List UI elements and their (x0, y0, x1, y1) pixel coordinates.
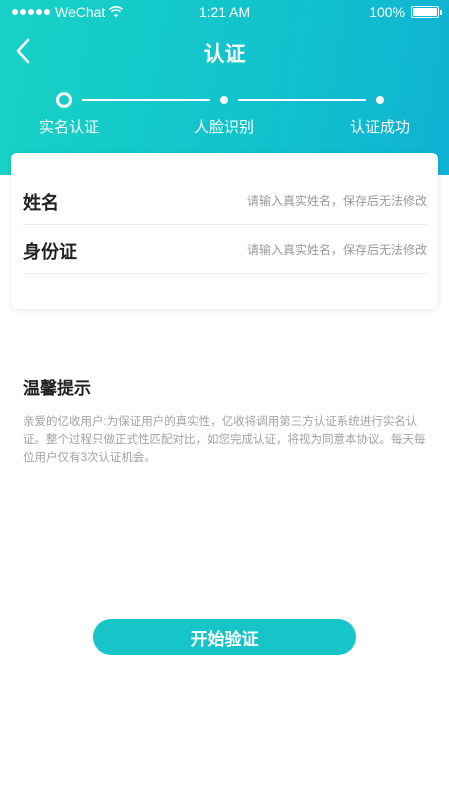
page-title: 认证 (203, 43, 246, 66)
tips-title: 温馨提示 (23, 379, 91, 398)
battery-percent: 100% (369, 4, 405, 20)
status-right: 100% (369, 4, 442, 20)
progress-steps: 实名认证 人脸识别 认证成功 (0, 88, 449, 138)
tips-section: 温馨提示 亲爱的亿收用户:为保证用户的真实性，亿收将调用第三方认证系统进行实名认… (23, 374, 431, 467)
name-label: 姓名 (23, 193, 59, 213)
id-field-row: 身份证 (23, 226, 427, 274)
step-label-face-recognition: 人脸识别 (193, 119, 255, 136)
nav-bar: 认证 (0, 26, 449, 76)
id-input[interactable] (187, 238, 427, 262)
battery-icon (411, 6, 442, 18)
start-verify-button[interactable]: 开始验证 (93, 619, 356, 655)
step-label-success: 认证成功 (349, 119, 411, 136)
step-connector-1 (82, 99, 210, 101)
step-connector-2 (238, 99, 366, 101)
name-input[interactable] (187, 189, 427, 213)
step-marker-2 (220, 96, 228, 104)
step-marker-3 (376, 96, 384, 104)
id-label: 身份证 (23, 242, 77, 262)
step-marker-active (56, 92, 72, 108)
name-field-row: 姓名 (23, 177, 427, 225)
form-card: 姓名 身份证 (11, 153, 438, 309)
step-label-real-name: 实名认证 (38, 119, 100, 136)
tips-body: 亲爱的亿收用户:为保证用户的真实性，亿收将调用第三方认证系统进行实名认证。整个过… (23, 416, 426, 464)
status-bar: WeChat 1:21 AM 100% (0, 0, 449, 24)
